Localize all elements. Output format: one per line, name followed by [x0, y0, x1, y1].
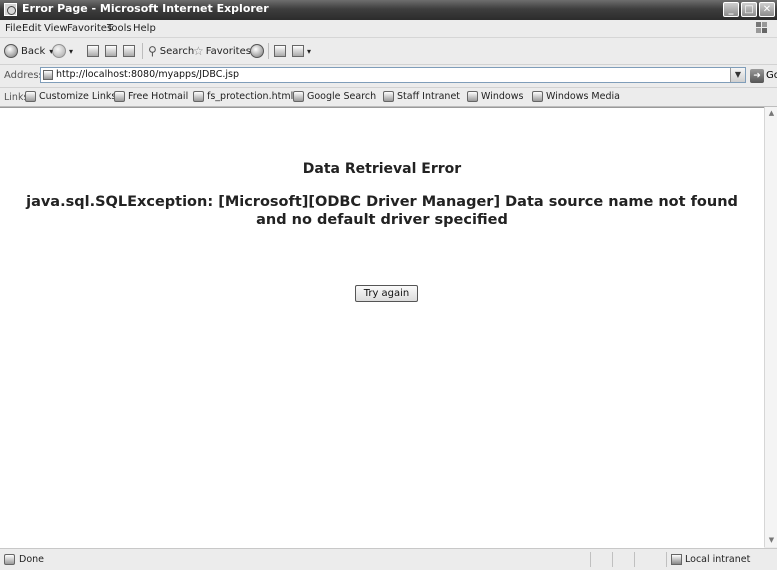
intranet-zone-icon [671, 554, 682, 565]
security-zone: Local intranet [685, 554, 751, 565]
link-page-icon [532, 91, 543, 102]
print-button[interactable]: ▾ [292, 43, 311, 59]
go-label: Go [766, 70, 777, 81]
home-button[interactable] [123, 43, 135, 59]
windows-logo-icon [756, 22, 767, 33]
link-windows[interactable]: Windows [467, 91, 523, 102]
mail-icon [274, 45, 286, 57]
error-message: java.sql.SQLException: [Microsoft][ODBC … [26, 194, 738, 228]
mail-button[interactable] [274, 43, 286, 59]
maximize-button[interactable]: □ [741, 2, 757, 17]
window-title: Error Page - Microsoft Internet Explorer [22, 2, 269, 15]
link-label: Staff Intranet [397, 91, 461, 102]
history-icon [250, 44, 264, 58]
page-content: Data Retrieval Error java.sql.SQLExcepti… [0, 107, 764, 548]
links-bar: Links Customize Links Free Hotmail fs_pr… [0, 88, 777, 107]
title-bar: Error Page - Microsoft Internet Explorer… [0, 0, 777, 20]
stop-button[interactable] [87, 43, 99, 59]
link-page-icon [467, 91, 478, 102]
link-customize-links[interactable]: Customize Links [25, 91, 116, 102]
back-label: Back [21, 45, 46, 57]
link-page-icon [193, 91, 204, 102]
menu-help[interactable]: Help [133, 23, 156, 34]
history-button[interactable] [250, 43, 267, 59]
forward-button[interactable]: ▾ [52, 43, 73, 59]
ie-app-icon[interactable] [4, 3, 17, 16]
link-fs-protection[interactable]: fs_protection.html [193, 91, 293, 102]
link-label: Google Search [307, 91, 377, 102]
page-done-icon [4, 554, 15, 565]
page-icon [43, 70, 53, 80]
link-page-icon [293, 91, 304, 102]
link-label: fs_protection.html [207, 91, 294, 102]
menu-view[interactable]: View [44, 23, 68, 34]
address-bar: Address http://localhost:8080/myapps/JDB… [0, 65, 777, 88]
address-label: Address [4, 70, 44, 81]
stop-icon [87, 45, 99, 57]
link-google-search[interactable]: Google Search [293, 91, 376, 102]
status-divider [590, 552, 591, 567]
browser-window: Error Page - Microsoft Internet Explorer… [0, 0, 777, 570]
toolbar-separator [142, 43, 143, 59]
status-divider [634, 552, 635, 567]
search-label: Search [159, 45, 195, 57]
favorites-star-icon: ☆ [193, 44, 204, 58]
forward-dropdown-icon[interactable]: ▾ [69, 47, 73, 56]
refresh-button[interactable] [105, 43, 117, 59]
close-button[interactable]: ✕ [759, 2, 775, 17]
error-heading: Data Retrieval Error [302, 161, 462, 177]
link-label: Windows [481, 91, 524, 102]
menu-favorites[interactable]: Favorites [67, 23, 112, 34]
minimize-button[interactable]: _ [723, 2, 739, 17]
link-page-icon [114, 91, 125, 102]
status-bar: Done Local intranet [0, 548, 777, 570]
standard-toolbar: Back ▾ ▾ ⚲ Search ☆ Favorites ▾ [0, 38, 777, 65]
menu-file[interactable]: File [5, 23, 22, 34]
go-arrow-icon: ➜ [750, 68, 764, 83]
home-icon [123, 45, 135, 57]
search-icon: ⚲ [148, 44, 157, 58]
back-arrow-icon [4, 44, 18, 58]
go-button[interactable]: ➜ Go [750, 68, 777, 83]
back-button[interactable]: Back ▾ [4, 43, 53, 59]
menu-edit[interactable]: Edit [22, 23, 41, 34]
menu-bar: File Edit View Favorites Tools Help [0, 20, 777, 38]
try-again-button[interactable]: Try again [355, 285, 418, 302]
toolbar-separator [268, 43, 269, 59]
scroll-up-icon[interactable]: ▲ [766, 108, 777, 119]
forward-arrow-icon [52, 44, 66, 58]
link-label: Free Hotmail [128, 91, 189, 102]
link-staff-intranet[interactable]: Staff Intranet [383, 91, 460, 102]
link-windows-media[interactable]: Windows Media [532, 91, 620, 102]
refresh-icon [105, 45, 117, 57]
address-dropdown-icon[interactable]: ▼ [730, 68, 745, 82]
print-dropdown-icon[interactable]: ▾ [307, 47, 311, 56]
link-label: Windows Media [546, 91, 620, 102]
link-free-hotmail[interactable]: Free Hotmail [114, 91, 188, 102]
scroll-down-icon[interactable]: ▼ [766, 535, 777, 546]
status-divider [666, 552, 667, 567]
menu-tools[interactable]: Tools [107, 23, 132, 34]
favorites-button[interactable]: ☆ Favorites [193, 43, 251, 59]
search-button[interactable]: ⚲ Search [148, 43, 194, 59]
status-divider [612, 552, 613, 567]
status-text: Done [19, 554, 44, 565]
link-page-icon [25, 91, 36, 102]
address-input[interactable]: http://localhost:8080/myapps/JDBC.jsp ▼ [40, 67, 746, 83]
favorites-label: Favorites [205, 45, 251, 57]
link-page-icon [383, 91, 394, 102]
vertical-scrollbar[interactable]: ▲ ▼ [764, 107, 777, 547]
link-label: Customize Links [39, 91, 117, 102]
address-url[interactable]: http://localhost:8080/myapps/JDBC.jsp [56, 69, 239, 80]
print-icon [292, 45, 304, 57]
